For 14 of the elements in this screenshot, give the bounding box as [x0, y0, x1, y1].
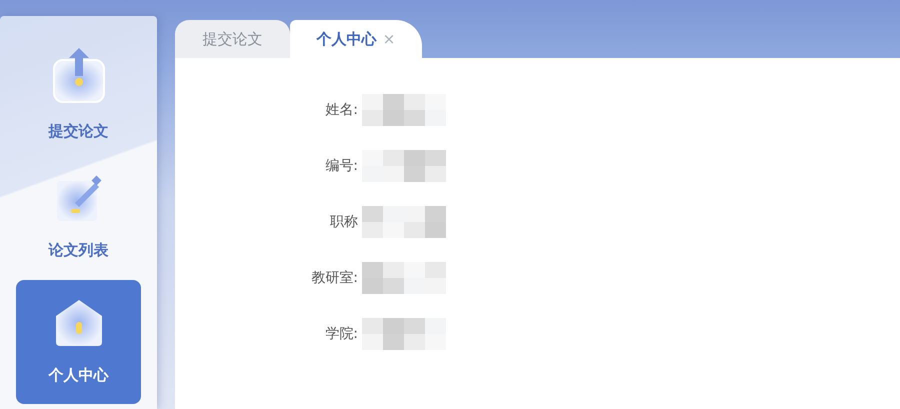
- field-label: 姓名:: [324, 100, 358, 120]
- tab[interactable]: 个人中心 ×: [290, 20, 422, 58]
- sidebar-item[interactable]: 论文列表: [16, 156, 141, 280]
- field-label: 职称: [329, 212, 358, 232]
- field-label: 编号:: [324, 156, 358, 176]
- pencil-square-icon: [54, 174, 102, 223]
- field-label: 学院:: [324, 324, 358, 344]
- tab[interactable]: 提交论文: [175, 20, 290, 58]
- field-label: 教研室:: [310, 268, 358, 288]
- upload-icon: [52, 46, 106, 104]
- sidebar-item[interactable]: 提交论文: [16, 32, 141, 156]
- home-icon: [54, 298, 104, 348]
- sidebar-item[interactable]: 个人中心: [16, 280, 141, 404]
- close-icon[interactable]: ×: [382, 28, 396, 50]
